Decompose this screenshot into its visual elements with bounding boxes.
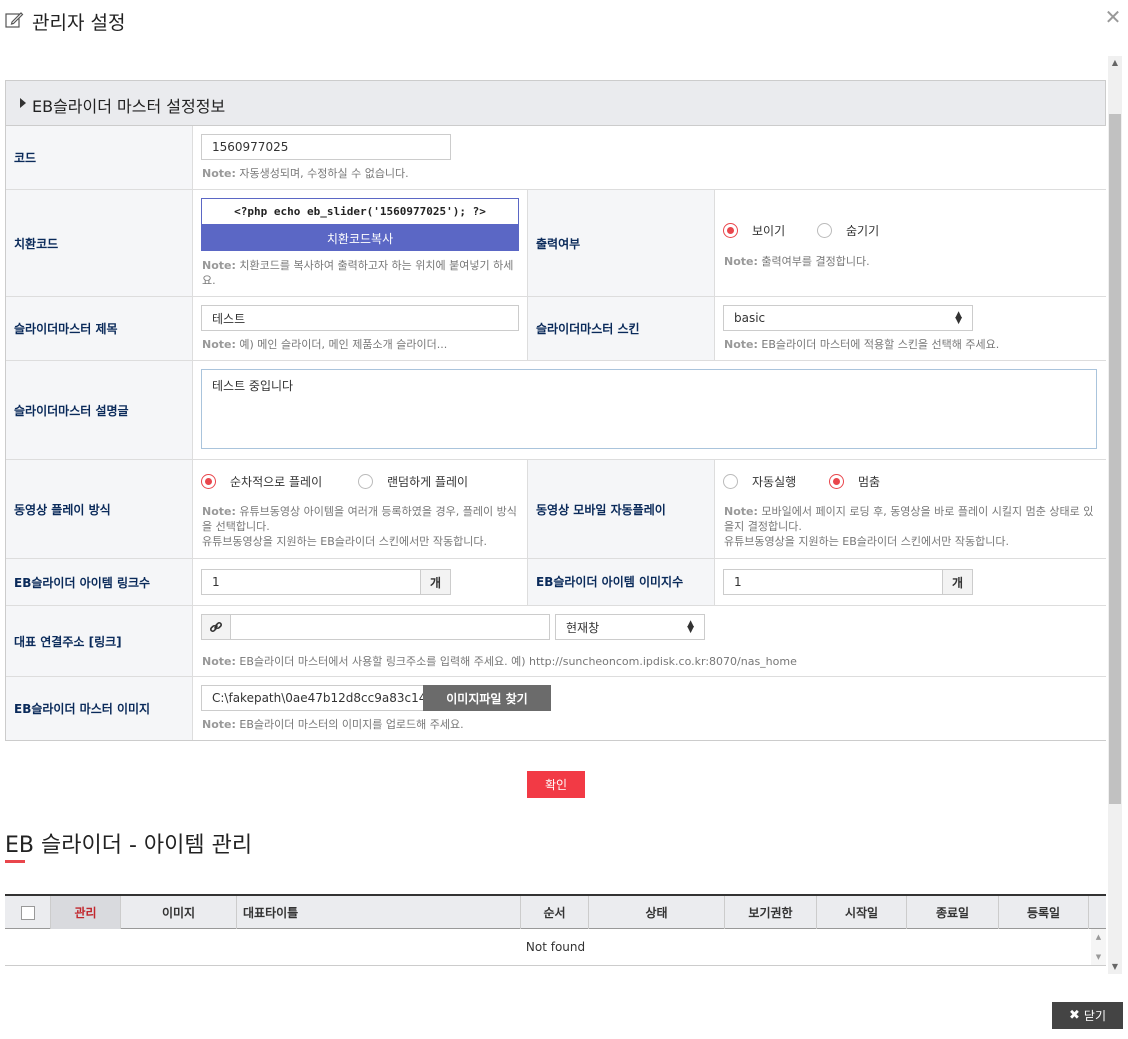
description-cell: 테스트 중입니다	[193, 361, 1106, 460]
mobile-stop-radio[interactable]: 멈춤	[829, 473, 880, 490]
select-arrows-icon: ▲ ▼	[687, 619, 694, 635]
link-input[interactable]	[230, 614, 550, 640]
col-end-date[interactable]: 종료일	[907, 896, 999, 929]
code-note: Note: 자동생성되며, 수정하실 수 없습니다.	[202, 167, 409, 180]
link-target-select[interactable]: 현재창 ▲ ▼	[555, 614, 705, 640]
slider-title-label: 슬라이더마스터 제목	[6, 297, 193, 361]
scroll-down-icon[interactable]: ▼	[1108, 960, 1122, 974]
description-label: 슬라이더마스터 설명글	[6, 361, 193, 460]
radio-checked-icon	[829, 474, 844, 489]
section-underline	[5, 860, 25, 863]
image-cell: C:\fakepath\0ae47b12d8cc9a83c1436 이미지파일 …	[193, 677, 1106, 740]
radio-unchecked-icon	[358, 474, 373, 489]
mobile-autoplay-label: 동영상 모바일 자동플레이	[528, 460, 715, 559]
title-bar: 관리자 설정 ✕	[0, 0, 1128, 40]
link-note: Note: EB슬라이더 마스터에서 사용할 링크주소를 입력해 주세요. 예)…	[202, 655, 797, 668]
close-button[interactable]: ✖ 닫기	[1052, 1002, 1123, 1029]
code-label: 코드	[6, 126, 193, 190]
code-input[interactable]: 1560977025	[201, 134, 451, 160]
items-grid: 관리 이미지 대표타이틀 순서 상태 보기권한 시작일 종료일 등록일 Not …	[5, 894, 1106, 966]
col-reg-date[interactable]: 등록일	[999, 896, 1089, 929]
replace-code-note: Note: 치환코드를 복사하여 출력하고자 하는 위치에 붙여넣기 하세요.	[202, 259, 514, 287]
link-count-input[interactable]: 1	[201, 569, 421, 595]
close-x-icon: ✖	[1069, 1008, 1080, 1023]
slider-title-input[interactable]: 테스트	[201, 305, 519, 331]
image-path-input[interactable]: C:\fakepath\0ae47b12d8cc9a83c1436	[201, 685, 431, 711]
video-sequential-radio[interactable]: 순차적으로 플레이	[201, 473, 322, 490]
col-start-date[interactable]: 시작일	[817, 896, 907, 929]
description-textarea[interactable]: 테스트 중입니다	[201, 369, 1097, 449]
video-play-cell: 순차적으로 플레이 랜덤하게 플레이 Note: 유튜브동영상 아이템을 여러개…	[193, 460, 528, 559]
mobile-autoplay-cell: 자동실행 멈춤 Note: 모바일에서 페이지 로딩 후, 동영상을 바로 플레…	[715, 460, 1106, 559]
image-count-unit: 개	[943, 569, 973, 595]
image-label: EB슬라이더 마스터 이미지	[6, 677, 193, 740]
skin-select[interactable]: basic ▲ ▼	[723, 305, 973, 331]
output-hide-radio[interactable]: 숨기기	[817, 222, 879, 239]
output-note: Note: 출력여부를 결정합니다.	[724, 255, 870, 268]
select-all-checkbox[interactable]	[20, 905, 35, 920]
grid-scroll-up-icon[interactable]: ▲	[1091, 933, 1106, 941]
link-label: 대표 연결주소 [링크]	[6, 606, 193, 677]
radio-checked-icon	[723, 223, 738, 238]
scrollbar-thumb[interactable]	[1109, 114, 1121, 804]
panel-header: EB슬라이더 마스터 설정정보	[6, 81, 1105, 126]
image-count-input[interactable]: 1	[723, 569, 943, 595]
col-status[interactable]: 상태	[589, 896, 725, 929]
link-count-label: EB슬라이더 아이템 링크수	[6, 559, 193, 606]
skin-note: Note: EB슬라이더 마스터에 적용할 스킨을 선택해 주세요.	[724, 338, 1000, 351]
items-section-title: EB 슬라이더 - 아이템 관리	[5, 833, 253, 858]
output-show-radio[interactable]: 보이기	[723, 222, 785, 239]
window-title: 관리자 설정	[32, 12, 126, 34]
copy-code-button[interactable]: 치환코드복사	[201, 225, 519, 251]
col-image[interactable]: 이미지	[121, 896, 237, 929]
col-manage[interactable]: 관리	[51, 896, 121, 929]
image-note: Note: EB슬라이더 마스터의 이미지를 업로드해 주세요.	[202, 718, 464, 731]
link-cell: 현재창 ▲ ▼ Note: EB슬라이더 마스터에서 사용할 링크주소를 입력해 주…	[193, 606, 1106, 677]
video-play-label: 동영상 플레이 방식	[6, 460, 193, 559]
grid-scroll-down-icon[interactable]: ▼	[1091, 953, 1106, 961]
edit-icon	[5, 12, 24, 28]
output-label: 출력여부	[528, 190, 715, 297]
col-permission[interactable]: 보기권한	[725, 896, 817, 929]
skin-label: 슬라이더마스터 스킨	[528, 297, 715, 361]
radio-unchecked-icon	[723, 474, 738, 489]
replace-code-label: 치환코드	[6, 190, 193, 297]
replace-code-text: <?php echo eb_slider('1560977025'); ?>	[201, 198, 519, 225]
slider-title-note: Note: 예) 메인 슬라이더, 메인 제품소개 슬라이더...	[202, 338, 448, 351]
select-arrows-icon: ▲ ▼	[955, 310, 962, 326]
image-file-button[interactable]: 이미지파일 찾기	[423, 685, 551, 711]
col-title[interactable]: 대표타이틀	[237, 896, 521, 929]
grid-empty-row: Not found	[5, 929, 1106, 966]
mobile-autoplay-note: Note: 모바일에서 페이지 로딩 후, 동영상을 바로 플레이 시킬지 멈춘…	[724, 505, 1094, 548]
link-count-cell: 1 개	[193, 559, 528, 606]
grid-scrollbar[interactable]: ▲ ▼	[1091, 929, 1106, 965]
settings-panel: EB슬라이더 마스터 설정정보 코드 1560977025 Note: 자동생성…	[5, 80, 1106, 741]
mobile-auto-radio[interactable]: 자동실행	[723, 473, 796, 490]
radio-checked-icon	[201, 474, 216, 489]
video-random-radio[interactable]: 랜덤하게 플레이	[358, 473, 468, 490]
panel-title: EB슬라이더 마스터 설정정보	[32, 97, 226, 116]
confirm-button[interactable]: 확인	[527, 771, 585, 798]
image-count-cell: 1 개	[715, 559, 1106, 606]
col-order[interactable]: 순서	[521, 896, 589, 929]
code-cell: 1560977025 Note: 자동생성되며, 수정하실 수 없습니다.	[193, 126, 1106, 190]
video-play-note: Note: 유튜브동영상 아이템을 여러개 등록하였을 경우, 플레이 방식을 …	[202, 505, 517, 548]
output-cell: 보이기 숨기기 Note: 출력여부를 결정합니다.	[715, 190, 1106, 297]
select-all-checkbox-cell	[5, 896, 51, 929]
replace-code-cell: <?php echo eb_slider('1560977025'); ?> 치…	[193, 190, 528, 297]
scroll-up-icon[interactable]: ▲	[1108, 56, 1122, 70]
close-icon[interactable]: ✕	[1104, 7, 1122, 27]
page-scrollbar[interactable]: ▲ ▼	[1108, 56, 1122, 974]
skin-cell: basic ▲ ▼ Note: EB슬라이더 마스터에 적용할 스킨을 선택해 주세…	[715, 297, 1106, 361]
link-icon	[201, 614, 231, 640]
image-count-label: EB슬라이더 아이템 이미지수	[528, 559, 715, 606]
caret-right-icon	[20, 98, 26, 108]
radio-unchecked-icon	[817, 223, 832, 238]
grid-header: 관리 이미지 대표타이틀 순서 상태 보기권한 시작일 종료일 등록일	[5, 894, 1106, 929]
link-count-unit: 개	[421, 569, 451, 595]
slider-title-cell: 테스트 Note: 예) 메인 슬라이더, 메인 제품소개 슬라이더...	[193, 297, 528, 361]
